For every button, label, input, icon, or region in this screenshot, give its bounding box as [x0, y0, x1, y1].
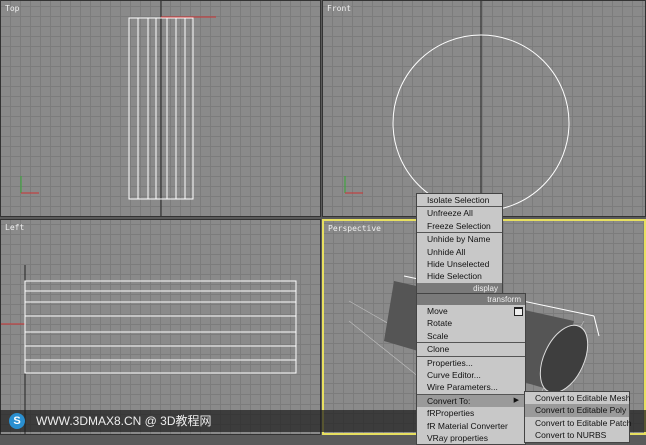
- menu-item-clone[interactable]: Clone: [417, 342, 525, 355]
- quad-menu-display: Isolate Selection Unfreeze All Freeze Se…: [416, 193, 503, 295]
- submenu-item-editable-poly[interactable]: Convert to Editable Poly: [525, 404, 629, 417]
- menu-item-fr-material-converter[interactable]: fR Material Converter: [417, 420, 525, 432]
- submenu-item-nurbs[interactable]: Convert to NURBS: [525, 429, 629, 441]
- menu-item-scale[interactable]: Scale: [417, 330, 525, 342]
- menu-item-freeze-selection[interactable]: Freeze Selection: [417, 220, 502, 232]
- menu-item-hide-selection[interactable]: Hide Selection: [417, 270, 502, 282]
- menu-item-properties[interactable]: Properties...: [417, 355, 525, 369]
- convert-to-submenu: Convert to Editable Mesh Convert to Edit…: [524, 391, 631, 443]
- menu-item-isolate-selection[interactable]: Isolate Selection: [417, 194, 502, 206]
- menu-item-unfreeze-all[interactable]: Unfreeze All: [417, 206, 502, 219]
- menu-item-vray-properties[interactable]: VRay properties: [417, 432, 525, 444]
- menu-item-convert-to[interactable]: Convert To: ▶: [417, 393, 525, 408]
- submenu-item-editable-mesh[interactable]: Convert to Editable Mesh: [525, 392, 630, 404]
- viewport-top[interactable]: Top: [0, 0, 321, 217]
- menu-item-hide-unselected[interactable]: Hide Unselected: [417, 258, 502, 270]
- menu-header-transform: transform: [417, 294, 525, 305]
- viewport-left[interactable]: Left: [0, 219, 321, 435]
- menu-item-label: Convert To:: [427, 395, 471, 406]
- menu-item-wire-parameters[interactable]: Wire Parameters...: [417, 381, 525, 393]
- submenu-item-editable-patch[interactable]: Convert to Editable Patch: [525, 417, 631, 429]
- watermark-text: WWW.3DMAX8.CN @ 3D教程网: [36, 414, 212, 428]
- front-geometry: [344, 1, 570, 216]
- menu-item-unhide-by-name[interactable]: Unhide by Name: [417, 232, 502, 245]
- site-logo-icon: S: [9, 413, 25, 429]
- quad-menu-transform: transform Move Rotate Scale Clone Proper…: [416, 293, 526, 445]
- menu-item-label: Move: [427, 306, 448, 316]
- menu-item-rotate[interactable]: Rotate: [417, 317, 525, 329]
- menu-item-move[interactable]: Move: [417, 305, 525, 317]
- settings-box-icon[interactable]: [514, 307, 523, 316]
- submenu-arrow-icon: ▶: [513, 396, 519, 404]
- top-geometry: [20, 1, 216, 216]
- menu-item-unhide-all[interactable]: Unhide All: [417, 246, 502, 258]
- menu-item-curve-editor[interactable]: Curve Editor...: [417, 369, 525, 381]
- left-geometry: [1, 265, 297, 434]
- menu-item-fr-properties[interactable]: fRProperties: [417, 407, 525, 419]
- viewport-front[interactable]: Front: [322, 0, 646, 217]
